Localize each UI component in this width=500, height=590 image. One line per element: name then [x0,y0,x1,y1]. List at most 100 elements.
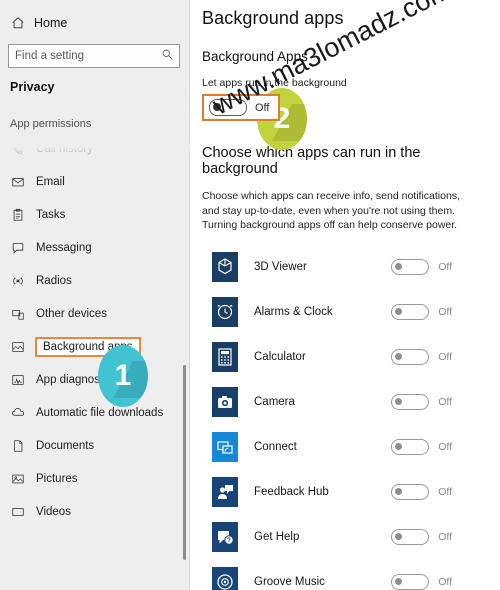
sidebar-item-documents[interactable]: Documents [0,429,190,462]
sidebar-item-label: Videos [36,505,71,518]
search-box[interactable] [8,44,180,68]
section-description: Choose which apps can receive info, send… [202,190,460,231]
app-toggle-switch[interactable] [391,259,430,275]
app-toggle[interactable]: Off [391,439,452,455]
master-toggle-state-label: Off [255,101,270,114]
app-name: Groove Music [254,576,325,588]
app-name: Alarms & Clock [254,306,333,318]
search-icon [161,48,174,61]
toggle-knob [395,263,403,270]
app-toggle-state-label: Off [438,306,452,318]
sidebar-item-email[interactable]: Email [0,165,190,198]
sidebar-item-pictures[interactable]: Pictures [0,462,190,495]
app-toggle-switch[interactable] [391,349,430,365]
master-toggle-highlight-box: Off [202,94,281,121]
app-toggle[interactable]: Off [391,259,452,275]
sidebar-item-label: Messaging [36,241,92,254]
sidebar-item-label: Call history [36,142,93,155]
documents-icon [10,438,26,454]
app-name: Camera [254,396,295,408]
master-toggle-caption: Let apps run in the background [202,77,347,89]
settings-window: Home Privacy App permissions Call histo [0,0,500,590]
sidebar-item-home[interactable]: Home [0,0,190,36]
app-toggle-switch[interactable] [391,304,430,320]
sidebar-item-messaging[interactable]: Messaging [0,231,190,264]
callout-badge-number: 1 [114,359,132,392]
pictures-icon [10,471,26,487]
sidebar-item-app-diagnostics[interactable]: App diagnostics [0,363,190,396]
cloud-download-icon [10,405,26,421]
app-toggle-state-label: Off [438,486,452,498]
toggle-knob [395,443,403,450]
sidebar-item-label: Documents [36,439,95,452]
app-toggle-switch[interactable] [391,529,430,545]
app-toggle-state-label: Off [438,396,452,408]
app-row[interactable]: Connect Off [202,425,500,470]
page-title: Background apps [202,8,344,28]
app-toggle[interactable]: Off [391,484,452,500]
app-row[interactable]: Groove Music Off [202,560,500,590]
sidebar-item-label: Other devices [36,307,107,320]
sidebar-item-automatic-file-downloads[interactable]: Automatic file downloads [0,396,190,429]
home-icon [10,15,26,31]
app-row[interactable]: Alarms & Clock Off [202,290,500,335]
app-toggle[interactable]: Off [391,304,452,320]
app-row[interactable]: ? Get Help Off [202,515,500,560]
tasks-icon [10,207,26,223]
app-toggle-switch[interactable] [391,439,430,455]
toggle-knob [213,103,221,111]
sidebar-nav-list: Call history Email Tasks Messaging Radio… [0,132,190,528]
app-toggle-switch[interactable] [391,574,430,590]
app-toggle[interactable]: Off [391,574,452,590]
search-input[interactable] [15,47,173,65]
sidebar-group-label: App permissions [10,118,92,130]
app-toggle-state-label: Off [438,576,452,588]
toggle-knob [395,308,403,315]
calculator-icon [212,342,238,372]
app-name: Get Help [254,531,300,543]
sidebar-item-tasks[interactable]: Tasks [0,198,190,231]
app-name: Connect [254,441,297,453]
app-toggle-state-label: Off [438,441,452,453]
app-toggle[interactable]: Off [391,349,452,365]
app-toggle-state-label: Off [438,261,452,273]
background-apps-list: 3D Viewer Off Alarms & Clock Off Calcula… [202,233,500,590]
sidebar-item-background-apps[interactable]: Background apps [0,330,190,363]
master-toggle-switch[interactable] [209,99,247,116]
section-heading-background-apps: Background Apps [202,49,308,64]
toggle-knob [395,578,403,585]
sidebar-item-label: Tasks [36,208,66,221]
groove-music-icon [212,567,238,590]
email-icon [10,174,26,190]
app-toggle[interactable]: Off [391,529,452,545]
feedback-hub-icon [212,477,238,507]
svg-text:?: ? [227,538,231,544]
sidebar-item-label: Pictures [36,472,78,485]
toggle-knob [395,398,403,405]
callout-badge-1: 1 [98,345,148,407]
app-toggle-state-label: Off [438,351,452,363]
3d-viewer-icon [212,252,238,282]
app-toggle-switch[interactable] [391,394,430,410]
sidebar-item-call-history[interactable]: Call history [0,132,190,165]
app-diagnostics-icon [10,372,26,388]
messaging-icon [10,240,26,256]
app-toggle[interactable]: Off [391,394,452,410]
app-row[interactable]: Calculator Off [202,335,500,380]
sidebar-scrollbar[interactable] [183,365,186,560]
radios-icon [10,273,26,289]
app-row[interactable]: 3D Viewer Off [202,245,500,290]
other-devices-icon [10,306,26,322]
alarms-clock-icon [212,297,238,327]
app-row[interactable]: Feedback Hub Off [202,470,500,515]
sidebar-section-title: Privacy [10,80,55,94]
app-name: 3D Viewer [254,261,307,273]
app-toggle-switch[interactable] [391,484,430,500]
app-row[interactable]: Camera Off [202,380,500,425]
sidebar-item-radios[interactable]: Radios [0,264,190,297]
sidebar-item-videos[interactable]: Videos [0,495,190,528]
connect-icon [212,432,238,462]
call-history-icon [10,141,26,157]
sidebar-item-other-devices[interactable]: Other devices [0,297,190,330]
sidebar: Home Privacy App permissions Call histo [0,0,190,590]
